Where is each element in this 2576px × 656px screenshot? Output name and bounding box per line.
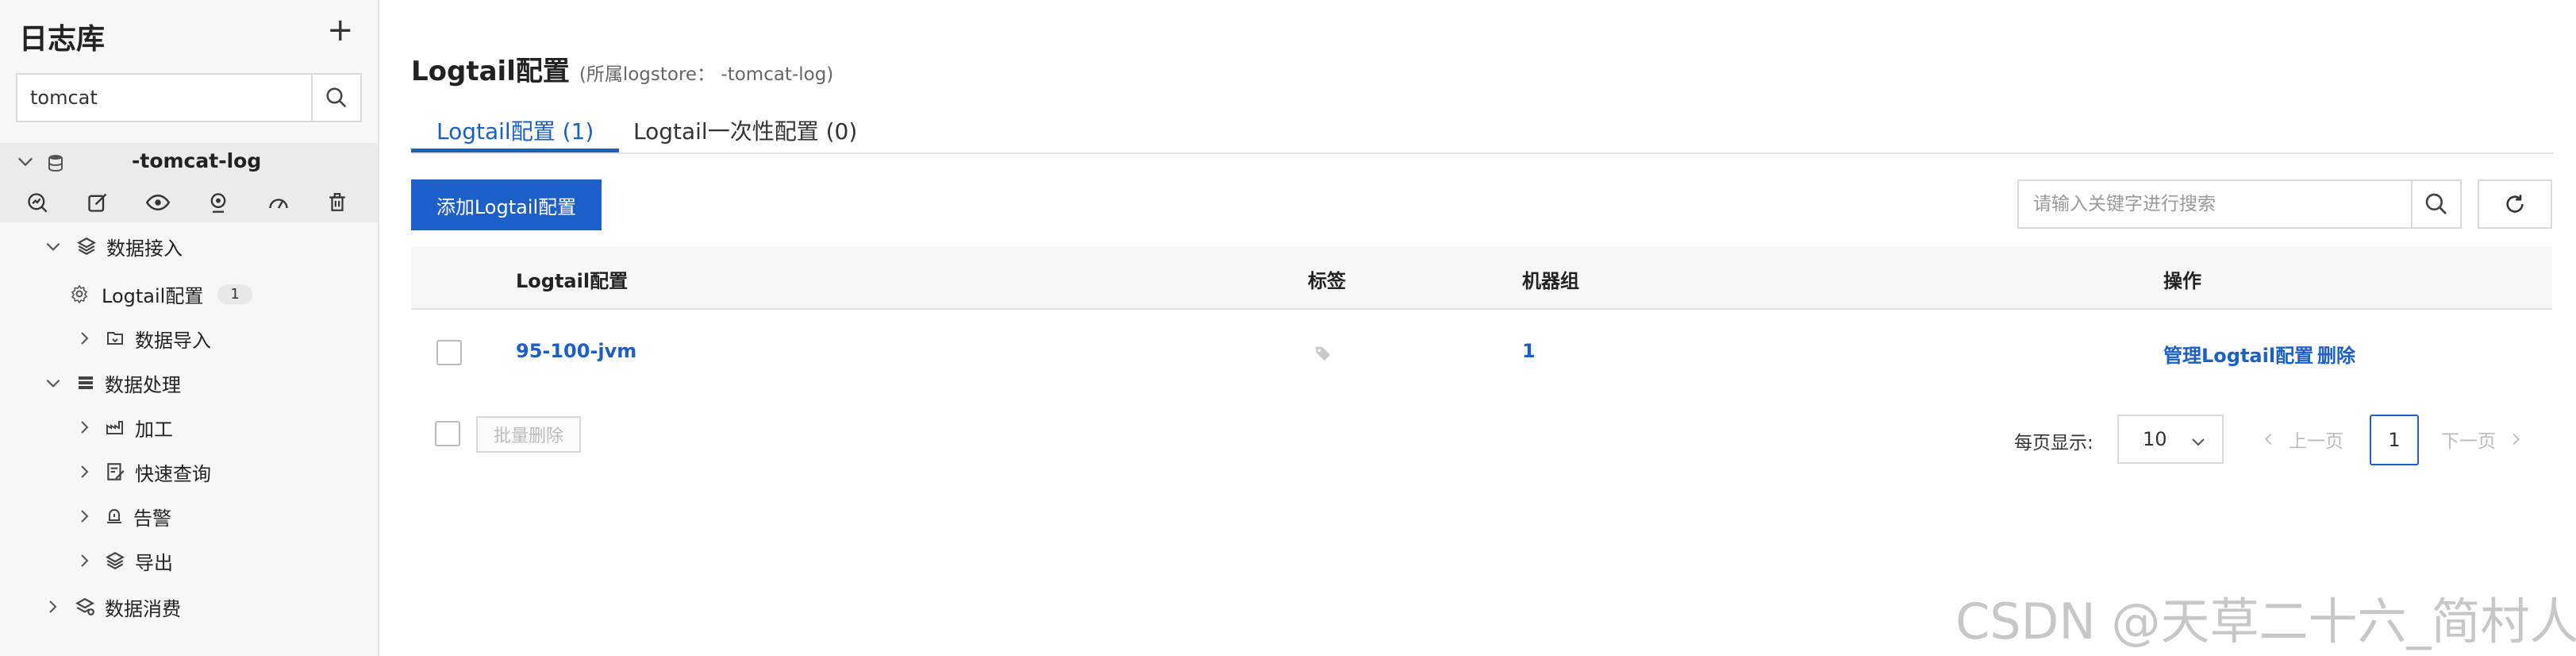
column-header-machine-group: 机器组 (1522, 270, 1579, 292)
per-page-value: 10 (2143, 428, 2167, 450)
chevron-down-icon (2189, 432, 2208, 456)
tree-item-export[interactable]: 导出 (75, 543, 173, 578)
batch-delete-button[interactable]: 批量删除 (476, 416, 581, 453)
column-header-tags: 标签 (1308, 270, 1346, 292)
tree-item-label: 数据消费 (105, 597, 181, 620)
table-header: Logtail配置 标签 机器组 操作 (411, 246, 2552, 310)
next-page-label: 下一页 (2441, 431, 2496, 452)
database-icon (46, 153, 65, 176)
page-title-text: Logtail配置 (411, 56, 570, 87)
tree-item-data-import[interactable]: 数据导入 (75, 321, 211, 356)
chevron-down-icon[interactable] (14, 150, 37, 176)
dashboard-icon[interactable] (267, 191, 290, 214)
chevron-right-icon[interactable] (75, 551, 94, 570)
logstore-toolbar (0, 183, 378, 222)
tree-item-label: 数据处理 (105, 373, 181, 396)
delete-link[interactable]: 删除 (2317, 340, 2355, 368)
per-page-select[interactable]: 10 (2117, 415, 2224, 464)
tree-item-label: 数据接入 (106, 237, 183, 260)
chevron-right-icon[interactable] (75, 329, 94, 348)
refresh-button[interactable] (2478, 179, 2552, 229)
prev-page-button[interactable]: 上一页 (2260, 426, 2343, 453)
search-icon (326, 87, 347, 108)
search-icon (2425, 193, 2447, 214)
add-logtail-config-button[interactable]: 添加Logtail配置 (411, 179, 602, 230)
list-icon (76, 373, 95, 392)
refresh-icon (2506, 195, 2524, 213)
location-icon[interactable] (206, 191, 230, 214)
keyword-search-input[interactable] (2017, 179, 2413, 229)
search-analyze-icon[interactable] (25, 191, 49, 214)
tree-item-label: 数据导入 (135, 329, 211, 352)
page-number-current[interactable]: 1 (2370, 415, 2419, 465)
factory-icon (105, 418, 125, 437)
manage-config-link[interactable]: 管理Logtail配置 (2163, 340, 2313, 368)
logstore-search-input[interactable] (16, 73, 313, 122)
tab-logtail-config[interactable]: Logtail配置 (1) (411, 114, 620, 152)
chevron-right-icon[interactable] (43, 597, 62, 616)
trash-icon[interactable] (325, 191, 349, 214)
tree-item-data-process[interactable]: 数据处理 (43, 365, 181, 400)
watermark: CSDN @天草二十六_简村人 (1955, 592, 2576, 650)
consume-icon (75, 596, 95, 617)
tab-bar: Logtail配置 (1) Logtail一次性配置 (0) (411, 108, 2554, 154)
sidebar-title: 日志库 (19, 23, 106, 56)
page-title: Logtail配置 (所属logstore： -tomcat-log) (411, 49, 833, 88)
layers-icon (76, 236, 97, 257)
tree-item-label: 告警 (133, 507, 171, 530)
sidebar: 日志库 + -tomcat-log (0, 0, 379, 656)
add-logstore-icon[interactable]: + (327, 14, 354, 46)
tree-item-label: 快速查询 (135, 462, 211, 485)
tag-icon[interactable] (1314, 345, 1332, 365)
tree-item-quick-query[interactable]: 快速查询 (75, 454, 211, 489)
tree-item-label: 导出 (135, 551, 173, 574)
tree-item-alert[interactable]: 告警 (75, 499, 171, 534)
row-checkbox[interactable] (436, 340, 462, 365)
count-badge: 1 (217, 284, 252, 304)
document-edit-icon (105, 461, 125, 482)
chevron-right-icon[interactable] (75, 507, 94, 526)
search-button[interactable] (2413, 179, 2462, 229)
config-name-link[interactable]: 95-100-jvm (516, 340, 636, 362)
chevron-right-icon (2513, 433, 2520, 446)
import-icon (105, 329, 125, 348)
logstore-name: -tomcat-log (132, 149, 262, 172)
tab-logtail-once-config[interactable]: Logtail一次性配置 (0) (608, 114, 882, 152)
column-header-config: Logtail配置 (516, 270, 629, 292)
tree-item-label: Logtail配置 (102, 284, 204, 307)
table-row: 95-100-jvm 1 管理Logtail配置 删除 (411, 310, 2552, 397)
per-page-label: 每页显示: (2014, 433, 2093, 453)
tree-item-transform[interactable]: 加工 (75, 410, 173, 445)
layers-icon (105, 550, 125, 571)
gear-icon (70, 284, 89, 303)
machine-group-link[interactable]: 1 (1522, 340, 1536, 362)
tree-item-data-consume[interactable]: 数据消费 (43, 589, 181, 624)
next-page-button[interactable]: 下一页 (2441, 426, 2524, 453)
chevron-left-icon (2265, 433, 2272, 446)
chevron-right-icon[interactable] (75, 418, 94, 437)
edit-icon[interactable] (86, 191, 110, 214)
select-all-checkbox[interactable] (435, 421, 460, 446)
column-header-actions: 操作 (2163, 270, 2201, 292)
search-button[interactable] (313, 73, 362, 122)
chevron-down-icon[interactable] (43, 236, 63, 257)
logstore-item[interactable]: -tomcat-log (0, 143, 378, 183)
chevron-right-icon[interactable] (75, 462, 94, 481)
tree-item-data-ingest[interactable]: 数据接入 (43, 229, 183, 264)
page-subtitle: (所属logstore： -tomcat-log) (579, 64, 834, 85)
bell-icon (105, 506, 124, 527)
prev-page-label: 上一页 (2289, 431, 2343, 452)
tree-item-logtail-config[interactable]: Logtail配置 1 (70, 276, 252, 311)
tree-item-label: 加工 (135, 418, 173, 441)
eye-icon[interactable] (146, 191, 170, 214)
chevron-down-icon[interactable] (43, 372, 63, 393)
